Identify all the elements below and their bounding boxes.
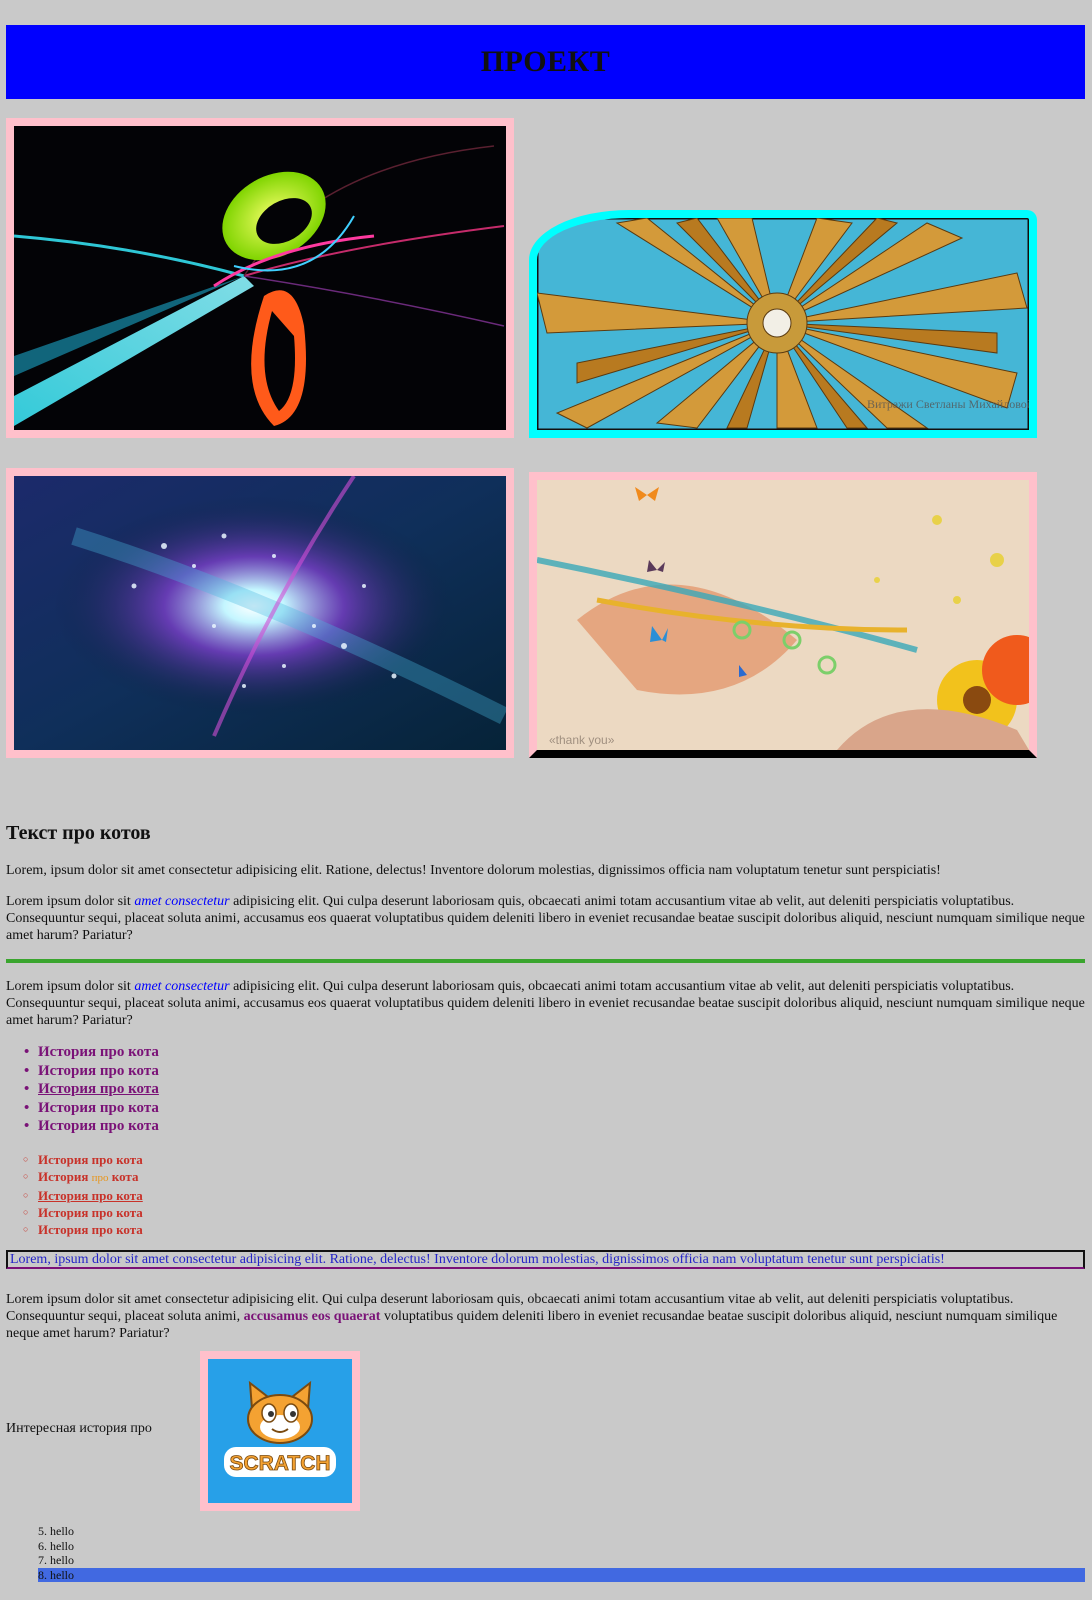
page-title: ПРОЕКТ — [480, 45, 611, 78]
section-title: Текст про котов — [6, 822, 151, 844]
butterflies-art-image: «thank you» — [529, 472, 1037, 758]
emphasis-text: amet consectetur — [134, 979, 230, 994]
list-item: История про кота — [23, 1204, 143, 1221]
thank-you-caption: «thank you» — [549, 733, 615, 747]
list-item: История про кота — [24, 1117, 159, 1136]
signature-text: Витражи Светланы Михайловой — [867, 397, 1029, 411]
strong-text: accusamus eos quaerat — [243, 1309, 381, 1324]
paragraph-3: Lorem ipsum dolor sit amet consectetur a… — [6, 979, 1085, 1028]
list-item: 6. hello — [38, 1538, 74, 1553]
cat-stories-list: История про кота История про кота Истори… — [24, 1043, 159, 1136]
scratch-wordmark: SCRATCH — [229, 1452, 330, 1475]
list-item: История про кота — [23, 1221, 143, 1238]
list-item: История про кота — [24, 1043, 159, 1062]
paragraph-2: Lorem ipsum dolor sit amet consectetur a… — [6, 894, 1085, 943]
emphasis-text: amet consectetur — [134, 894, 230, 909]
list-item: История про кота — [23, 1151, 143, 1168]
cosmic-particles-image — [6, 468, 514, 758]
list-item: История про кота — [23, 1168, 143, 1187]
story-label: Интересная история про — [6, 1421, 152, 1436]
scratch-logo-image: SCRATCH — [200, 1351, 360, 1511]
list-item: 7. hello — [38, 1553, 74, 1567]
list-item: История про кота — [24, 1062, 159, 1081]
paragraph-5: Lorem ipsum dolor sit amet consectetur a… — [6, 1292, 1058, 1341]
list-item-link[interactable]: История про кота — [24, 1080, 159, 1099]
hello-list: 5. hello 6. hello 7. hello 8. hello — [38, 1524, 1085, 1582]
abstract-ribbons-image — [6, 118, 514, 438]
highlight-word: про — [91, 1172, 109, 1184]
list-item-highlighted: 8. hello — [38, 1567, 1085, 1582]
paragraph-1: Lorem, ipsum dolor sit amet consectetur … — [6, 863, 941, 878]
green-divider — [6, 959, 1085, 963]
cat-stories-sublist: История про кота История про кота Истори… — [23, 1151, 143, 1238]
list-item-link[interactable]: История про кота — [23, 1187, 143, 1204]
page-header: ПРОЕКТ — [6, 25, 1085, 99]
list-item: 5. hello — [38, 1524, 74, 1538]
bordered-paragraph: Lorem, ipsum dolor sit amet consectetur … — [6, 1250, 1085, 1269]
list-item: История про кота — [24, 1099, 159, 1118]
stained-glass-image: Витражи Светланы Михайловой — [529, 210, 1037, 438]
